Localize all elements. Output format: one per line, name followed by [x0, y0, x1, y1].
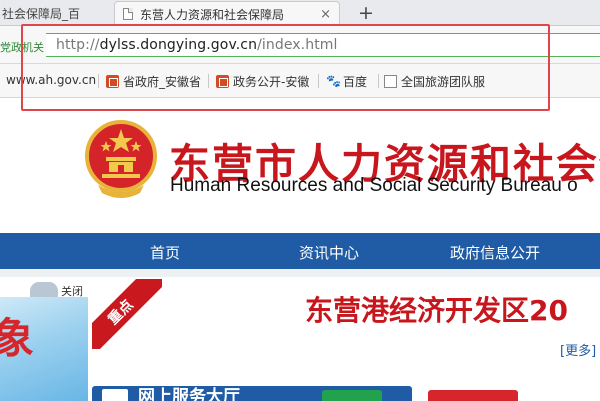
computer-icon — [102, 389, 128, 401]
document-icon — [123, 8, 133, 20]
green-service-button[interactable] — [322, 390, 382, 401]
close-icon[interactable]: × — [320, 7, 331, 22]
tab-strip: 社会保障局_百 东营人力资源和社会保障局 × + — [0, 0, 600, 26]
ribbon-label: 重点 — [105, 296, 137, 329]
featured-ribbon: 重点 — [92, 279, 162, 349]
more-link[interactable]: [更多] — [560, 340, 596, 359]
ribbon-band: 重点 — [92, 279, 162, 349]
featured-headline[interactable]: 东营港经济开发区20 — [305, 289, 568, 329]
site-title-en: Human Resources and Social Security Bure… — [170, 175, 578, 196]
service-title: 网上服务大厅 — [138, 387, 240, 401]
nav-news-center[interactable]: 资讯中心 — [299, 242, 359, 263]
tab-label: 社会保障局_百 — [2, 7, 81, 21]
content-divider — [0, 269, 600, 277]
browser-window: 社会保障局_百 东营人力资源和社会保障局 × + 党政机关 http://dyl… — [0, 0, 600, 401]
nav-home[interactable]: 首页 — [150, 242, 180, 263]
ad-decoration-glyph: 象 — [0, 314, 35, 363]
tab-label: 东营人力资源和社会保障局 — [140, 7, 285, 22]
tab-social-security[interactable]: 社会保障局_百 — [0, 1, 112, 26]
main-nav: 首页 资讯中心 政府信息公开 — [0, 233, 600, 269]
nav-gov-info[interactable]: 政府信息公开 — [450, 242, 540, 263]
floating-ad-image[interactable]: 象 — [0, 297, 88, 401]
tab-dongying-hr[interactable]: 东营人力资源和社会保障局 × — [114, 1, 340, 26]
url-highlight-box — [21, 24, 550, 111]
national-emblem-icon — [85, 120, 157, 198]
new-tab-button[interactable]: + — [358, 2, 374, 24]
red-service-button[interactable] — [428, 390, 518, 401]
